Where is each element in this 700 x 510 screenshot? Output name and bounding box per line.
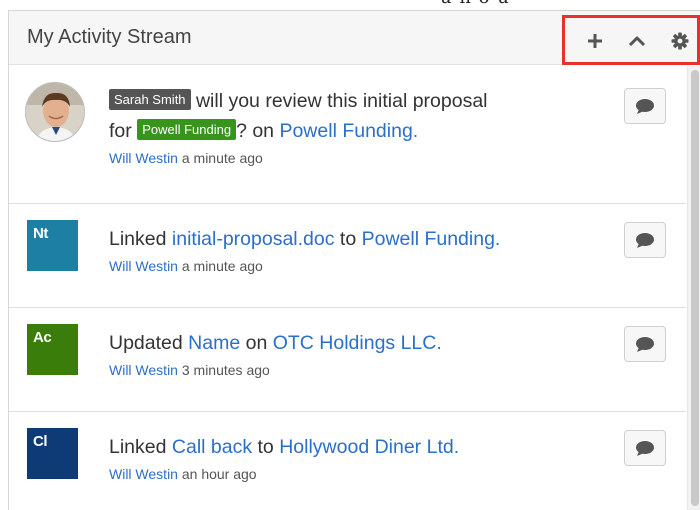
entry-connector: to	[252, 436, 280, 458]
author-link[interactable]: Will Westin	[109, 150, 178, 166]
reply-button[interactable]	[624, 88, 666, 124]
entry-meta: Will Westin an hour ago	[109, 466, 626, 482]
target-link[interactable]: initial-proposal.doc	[172, 228, 335, 250]
entry-line-1: Sarah Smith will you review this initial…	[109, 86, 626, 116]
entry-meta: Will Westin 3 minutes ago	[109, 362, 626, 378]
entry-meta: Will Westin a minute ago	[109, 150, 626, 166]
record-link[interactable]: Hollywood Diner Ltd.	[279, 436, 459, 458]
call-module-icon: Cl	[27, 428, 78, 479]
dashlet-toolbar-highlight	[562, 15, 700, 65]
record-link[interactable]: Powell Funding.	[362, 228, 501, 250]
entry-content: Linked initial-proposal.doc to Powell Fu…	[109, 224, 626, 274]
entry-text: for	[109, 120, 138, 142]
entry-text: will you review this initial proposal	[190, 90, 488, 112]
comment-icon	[636, 99, 654, 114]
entry-action: Updated	[109, 332, 189, 354]
plus-icon[interactable]	[585, 31, 605, 51]
record-link[interactable]: Powell Funding.	[279, 120, 418, 142]
comment-icon	[636, 441, 654, 456]
entry-line-1: Updated Name on OTC Holdings LLC.	[109, 328, 626, 358]
entry-content: Linked Call back to Hollywood Diner Ltd.…	[109, 432, 626, 482]
activity-entry: Nt Linked initial-proposal.doc to Powell…	[9, 204, 686, 308]
activity-stream-list[interactable]: Sarah Smith will you review this initial…	[9, 66, 700, 510]
comment-icon	[636, 233, 654, 248]
user-avatar[interactable]	[25, 82, 85, 142]
entry-line-1: Linked initial-proposal.doc to Powell Fu…	[109, 224, 626, 254]
entry-time: an hour ago	[177, 466, 257, 482]
author-link[interactable]: Will Westin	[109, 258, 178, 274]
author-link[interactable]: Will Westin	[109, 466, 178, 482]
target-link[interactable]: Call back	[172, 436, 252, 458]
entry-text: ? on	[236, 120, 280, 142]
gear-icon[interactable]	[670, 31, 690, 51]
target-link[interactable]: Name	[188, 332, 240, 354]
entry-content: Updated Name on OTC Holdings LLC. Will W…	[109, 328, 626, 378]
chevron-up-icon[interactable]	[627, 31, 647, 51]
dashlet-title: My Activity Stream	[27, 26, 192, 48]
activity-entry: Ac Updated Name on OTC Holdings LLC. Wil…	[9, 308, 686, 412]
author-link[interactable]: Will Westin	[109, 362, 178, 378]
entry-time: 3 minutes ago	[177, 362, 270, 378]
entry-connector: to	[334, 228, 362, 250]
entry-time: a minute ago	[177, 150, 263, 166]
reply-button[interactable]	[624, 326, 666, 362]
stream-scrollbar[interactable]	[687, 66, 700, 510]
record-tag-powell-funding[interactable]: Powell Funding	[137, 119, 237, 140]
entry-line-1: Linked Call back to Hollywood Diner Ltd.	[109, 432, 626, 462]
entry-meta: Will Westin a minute ago	[109, 258, 626, 274]
entry-time: a minute ago	[177, 258, 263, 274]
account-module-icon: Ac	[27, 324, 78, 375]
entry-action: Linked	[109, 228, 172, 250]
activity-stream-dashlet: My Activity Stream Sarah Smith will you …	[8, 10, 700, 510]
entry-connector: on	[240, 332, 273, 354]
dashlet-header: My Activity Stream	[9, 11, 700, 65]
comment-icon	[636, 337, 654, 352]
activity-entry: Cl Linked Call back to Hollywood Diner L…	[9, 412, 686, 510]
mention-tag-sarah-smith[interactable]: Sarah Smith	[109, 89, 191, 110]
entry-line-2: for Powell Funding? on Powell Funding.	[109, 116, 626, 146]
record-link[interactable]: OTC Holdings LLC.	[273, 332, 442, 354]
entry-content: Sarah Smith will you review this initial…	[109, 86, 626, 166]
note-module-icon: Nt	[27, 220, 78, 271]
scrollbar-thumb[interactable]	[691, 70, 699, 506]
activity-entry: Sarah Smith will you review this initial…	[9, 66, 686, 204]
entry-action: Linked	[109, 436, 172, 458]
top-text-fragment: u n o u	[440, 0, 510, 8]
reply-button[interactable]	[624, 430, 666, 466]
reply-button[interactable]	[624, 222, 666, 258]
page-top-sliver: u n o u	[0, 0, 700, 10]
